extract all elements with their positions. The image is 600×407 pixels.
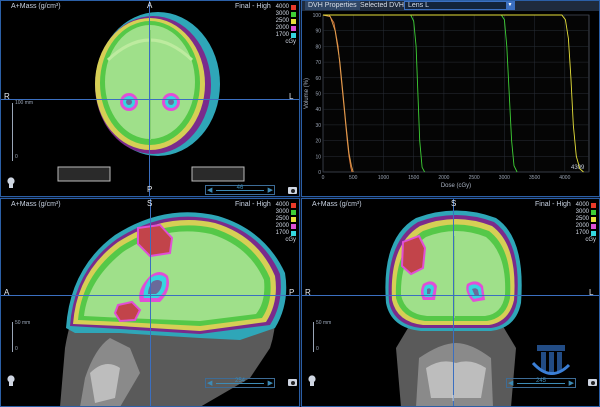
x-axis-label: Dose (cGy) — [441, 183, 471, 189]
orient-posterior: P — [289, 288, 295, 297]
x-tick-label: 4000 — [559, 175, 570, 181]
dose-legend: 4000 3000 2500 2000 1700 cGy — [575, 202, 596, 243]
orient-anterior: A — [4, 288, 10, 297]
orient-superior: S — [451, 199, 457, 208]
density-label: A+Mass (g/cm³) — [11, 3, 61, 10]
x-tick-label: 2500 — [469, 175, 480, 181]
x-tick-label: 1500 — [408, 175, 419, 181]
y-tick-label: 90 — [315, 29, 321, 35]
y-tick-label: 100 — [313, 13, 322, 19]
max-dose-value: 4309 — [571, 165, 585, 171]
scale-bar — [313, 322, 314, 352]
tab-dvh-properties[interactable]: DVH Properties — [305, 1, 360, 10]
slice-slider[interactable]: ◀ ▶ 245 — [506, 378, 576, 388]
x-tick-label: 500 — [349, 175, 358, 181]
x-tick-label: 3500 — [529, 175, 540, 181]
x-tick-label: 3000 — [499, 175, 510, 181]
orient-right: R — [305, 288, 311, 297]
dose-legend: 4000 3000 2500 2000 1700 cGy — [275, 4, 296, 45]
y-tick-label: 40 — [315, 107, 321, 113]
y-axis-label: Volume (%) — [304, 78, 310, 109]
sagittal-lesion-inferior — [113, 300, 142, 323]
y-tick-label: 20 — [315, 139, 321, 145]
y-tick-label: 50 — [315, 92, 321, 98]
head-orientation-icon[interactable] — [6, 177, 16, 188]
density-label: A+Mass (g/cm³) — [312, 201, 362, 208]
scale-bar — [12, 322, 13, 352]
axial-lesion-right — [162, 93, 180, 111]
coronal-ventricle-left — [421, 281, 437, 300]
sagittal-view[interactable]: A+Mass (g/cm³) Final - High 4000 3000 25… — [0, 198, 300, 407]
head-orientation-icon[interactable] — [307, 375, 317, 386]
orient-anterior: A — [147, 1, 153, 10]
selected-dvh-label: Selected DVH: — [360, 2, 406, 9]
dvh-chart[interactable]: 10090807060504030201000 500 1000 1500 2000 25… — [301, 11, 600, 197]
slice-slider[interactable]: ◀ ▶ 254 — [205, 378, 275, 388]
y-tick-label: 70 — [315, 60, 321, 66]
slice-slider[interactable]: ◀ ▶ 46 — [205, 185, 275, 195]
head-orientation-icon[interactable] — [6, 375, 16, 386]
coronal-view[interactable]: A+Mass (g/cm³) Final - High 4000 3000 25… — [301, 198, 600, 407]
axial-view[interactable]: A+Mass (g/cm³) Final - High 4000 3000 25… — [0, 0, 300, 197]
scale-bar — [12, 103, 13, 161]
y-tick-label: 60 — [315, 76, 321, 82]
dvh-toolbar: DVH Properties Selected DVH: Lens L ▼ — [301, 0, 600, 11]
x-tick-label: 1000 — [378, 175, 389, 181]
dose-label: Final - High — [235, 3, 271, 10]
x-tick-label: 0 — [322, 175, 325, 181]
density-label: A+Mass (g/cm³) — [11, 201, 61, 208]
dose-legend: 4000 3000 2500 2000 1700 cGy — [275, 202, 296, 243]
logo-icon — [531, 345, 571, 375]
camera-icon[interactable] — [288, 187, 297, 194]
orient-left: L — [589, 288, 594, 297]
orient-left: L — [289, 92, 294, 101]
dose-label: Final - High — [235, 201, 271, 208]
orient-superior: S — [147, 199, 153, 208]
camera-icon[interactable] — [588, 379, 597, 386]
y-tick-label: 30 — [315, 123, 321, 129]
y-tick-label: 80 — [315, 44, 321, 50]
orient-posterior: P — [147, 185, 153, 194]
chevron-down-icon: ▼ — [506, 2, 514, 9]
coronal-lesion — [400, 234, 427, 276]
y-tick-label: 10 — [315, 154, 321, 160]
orient-right: R — [4, 92, 10, 101]
camera-icon[interactable] — [288, 379, 297, 386]
dvh-chart-panel: 100 90 80 70 60 50 40 30 20 10 0 0 500 1000 1500 2000 25… — [301, 11, 600, 197]
selected-dvh-dropdown[interactable]: Lens L ▼ — [404, 1, 515, 10]
x-tick-label: 2000 — [438, 175, 449, 181]
dose-label: Final - High — [535, 201, 571, 208]
axial-lesion-left — [120, 93, 138, 111]
orient-inferior: I — [452, 394, 455, 403]
